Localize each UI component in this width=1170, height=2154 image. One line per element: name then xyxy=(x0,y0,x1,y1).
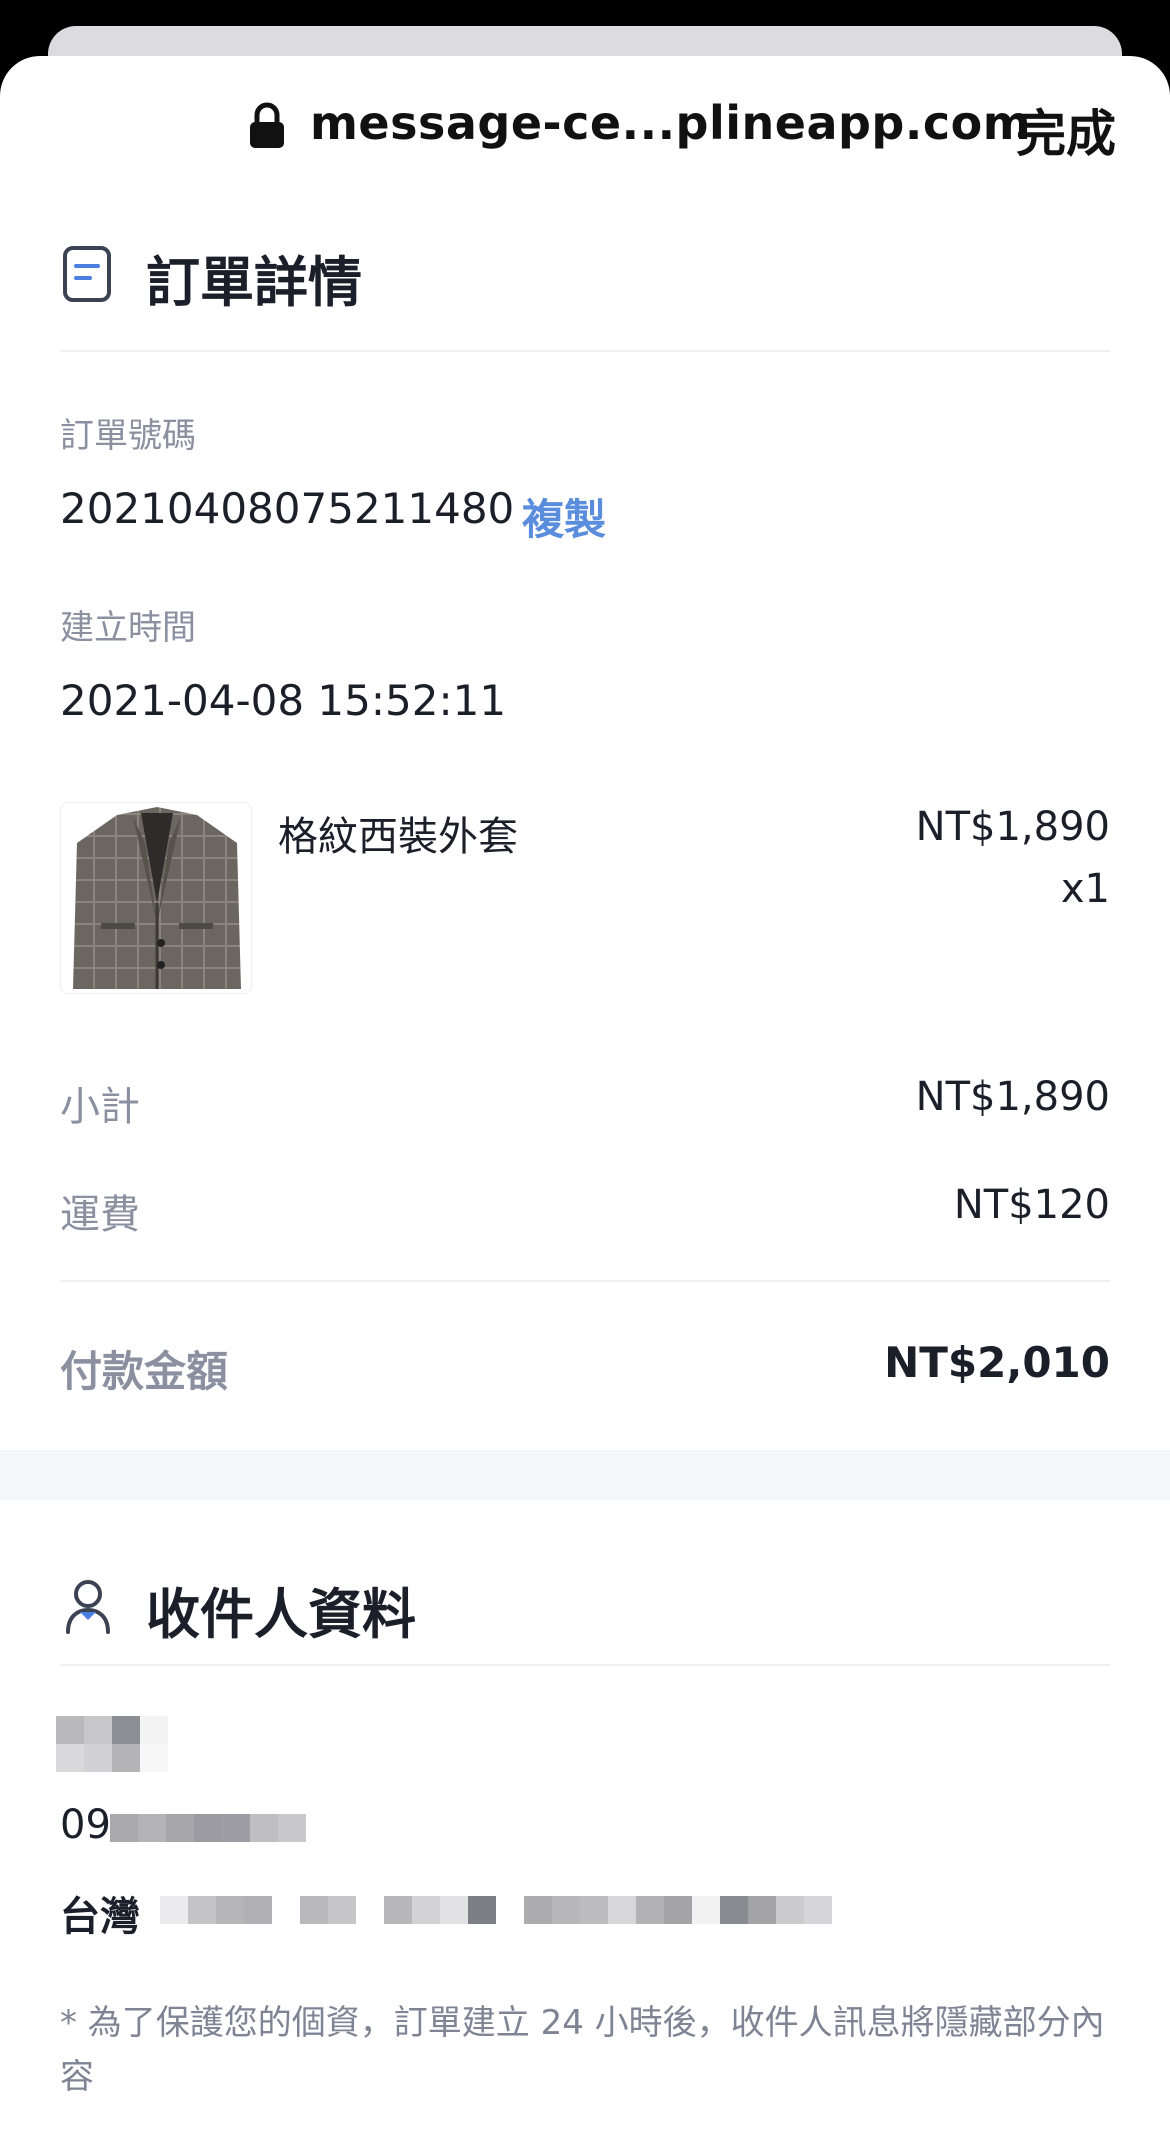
divider xyxy=(60,1664,1110,1666)
recipient-phone: 09 xyxy=(60,1802,111,1848)
divider xyxy=(60,350,1110,352)
total-value: NT$2,010 xyxy=(884,1338,1110,1387)
address-redacted xyxy=(160,1896,832,1924)
product-price: NT$1,890 xyxy=(915,804,1110,850)
phone-redacted xyxy=(110,1814,306,1842)
shipping-value: NT$120 xyxy=(953,1182,1110,1228)
order-section-title: 訂單詳情 xyxy=(146,251,362,314)
shipping-label: 運費 xyxy=(60,1192,140,1238)
blazer-image xyxy=(73,807,241,989)
privacy-note: * 為了保護您的個資，訂單建立 24 小時後，收件人訊息將隱藏部分內容 xyxy=(60,2003,1105,2097)
total-label: 付款金額 xyxy=(60,1347,229,1396)
subtotal-value: NT$1,890 xyxy=(915,1074,1110,1120)
recipient-section-title: 收件人資料 xyxy=(146,1583,416,1646)
order-detail-sheet: message-ce...plineapp.com 完成 訂單詳情 訂單號碼 2… xyxy=(0,56,1170,2154)
section-separator xyxy=(0,1450,1170,1500)
product-quantity: x1 xyxy=(1060,866,1110,912)
product-name: 格紋西裝外套 xyxy=(278,814,518,860)
order-number-value: 20210408075211480 xyxy=(60,484,515,533)
product-image[interactable] xyxy=(60,802,252,994)
browser-top-bar: message-ce...plineapp.com 完成 xyxy=(0,56,1170,186)
recipient-name-redacted xyxy=(56,1716,168,1772)
recipient-section-header: 收件人資料 xyxy=(60,1556,1110,1676)
order-section-header: 訂單詳情 xyxy=(60,224,1110,344)
url-text: message-ce...plineapp.com xyxy=(310,96,1032,150)
phone-prefix: 09 xyxy=(60,1802,111,1848)
recipient-country: 台灣 xyxy=(60,1894,140,1940)
document-icon xyxy=(63,246,111,302)
person-icon xyxy=(66,1580,110,1634)
subtotal-label: 小計 xyxy=(60,1084,140,1130)
done-button[interactable]: 完成 xyxy=(1016,94,1116,166)
lock-icon xyxy=(250,102,284,148)
copy-button[interactable]: 複製 xyxy=(522,486,606,547)
created-time-label: 建立時間 xyxy=(60,608,196,648)
divider xyxy=(60,1280,1110,1282)
created-time-value: 2021-04-08 15:52:11 xyxy=(60,676,507,725)
order-number-label: 訂單號碼 xyxy=(60,416,196,456)
